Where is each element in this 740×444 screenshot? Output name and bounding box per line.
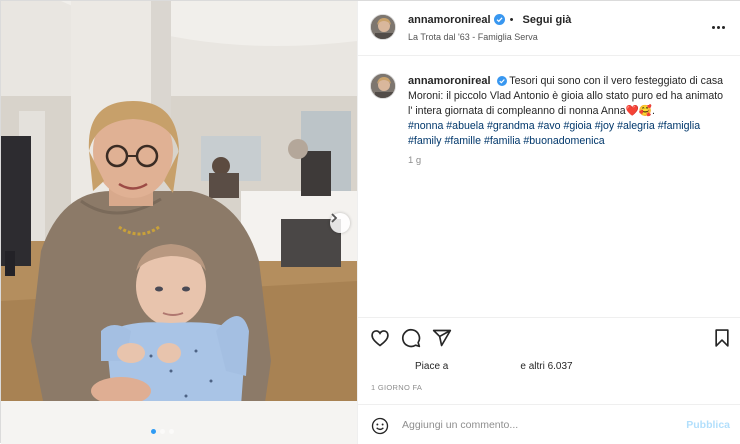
instagram-post: annamoronireal • Segui già La Trota dal …: [0, 0, 740, 444]
carousel-dot: [160, 429, 165, 434]
post-side-panel: annamoronireal • Segui già La Trota dal …: [357, 1, 740, 444]
verified-badge-icon: [493, 14, 505, 25]
action-bar: [358, 317, 740, 357]
caption-text-block: annamoronireal Tesori qui sono con il ve…: [408, 74, 728, 149]
comment-bar: Pubblica: [358, 404, 740, 444]
caption-username[interactable]: annamoronireal: [408, 75, 491, 87]
chevron-right-icon: [331, 213, 338, 223]
photo-illustration: [1, 1, 357, 444]
username-link[interactable]: annamoronireal: [408, 14, 491, 26]
avatar-image: [371, 15, 395, 39]
comment-input[interactable]: [402, 415, 672, 435]
avatar-image: [371, 74, 395, 98]
heart-icon[interactable]: [370, 328, 390, 348]
carousel-dot-active: [151, 429, 156, 434]
avatar[interactable]: [370, 14, 396, 40]
publish-button[interactable]: Pubblica: [686, 419, 730, 431]
location-link[interactable]: La Trota dal '63 - Famiglia Serva: [408, 32, 538, 42]
caption-hashtags[interactable]: #nonna #abuela #grandma #avo #gioia #joy…: [408, 120, 700, 147]
following-button[interactable]: Segui già: [523, 14, 572, 26]
post-photo[interactable]: [1, 1, 357, 444]
post-date: 1 GIORNO FA: [371, 383, 423, 392]
separator-bullet: •: [509, 14, 514, 26]
likes-count[interactable]: e altri 6.037: [520, 361, 572, 372]
carousel-dots: [151, 429, 174, 434]
likes-summary[interactable]: Piace a e altri 6.037: [415, 361, 573, 372]
header-user-line: annamoronireal • Segui già: [408, 14, 571, 26]
verified-badge-icon: [496, 76, 507, 86]
comment-icon[interactable]: [401, 328, 421, 348]
bookmark-icon[interactable]: [712, 328, 732, 348]
carousel-dot: [169, 429, 174, 434]
caption-timestamp: 1 g: [408, 155, 422, 166]
share-icon[interactable]: [432, 328, 452, 348]
post-header: annamoronireal • Segui già La Trota dal …: [358, 1, 740, 56]
more-options-icon[interactable]: [712, 21, 728, 33]
next-photo-button[interactable]: [330, 213, 350, 233]
likes-prefix: Piace a: [415, 361, 449, 372]
caption-avatar[interactable]: [370, 73, 396, 99]
emoji-icon[interactable]: [371, 417, 389, 435]
